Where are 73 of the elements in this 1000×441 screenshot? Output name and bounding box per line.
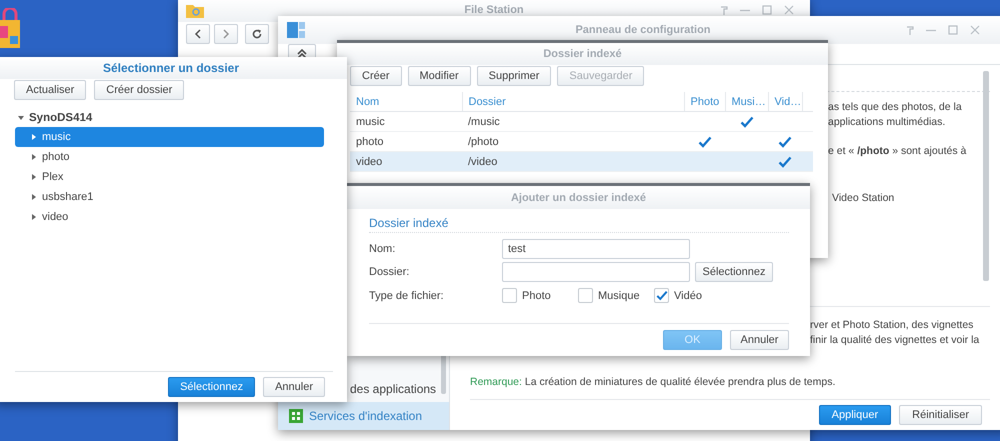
check-icon: [740, 116, 754, 128]
grid-icon: [289, 409, 303, 423]
tree-item[interactable]: photo: [15, 147, 324, 167]
caret-icon[interactable]: [31, 134, 37, 140]
note-text: Remarque: La création de miniatures de qualité élevée prendra plus de temps.: [470, 375, 836, 390]
table-row[interactable]: video /video: [350, 152, 813, 172]
folder-icon[interactable]: [186, 2, 204, 18]
help-icon[interactable]: [906, 25, 914, 35]
maximize-icon[interactable]: [762, 5, 772, 15]
body-text: rver et Photo Station, des vignettes: [810, 318, 974, 333]
back-button[interactable]: [186, 24, 210, 44]
refresh-button[interactable]: [245, 24, 269, 44]
checkbox-label: Vidéo: [674, 290, 702, 302]
table-row[interactable]: music /music: [350, 112, 813, 132]
window-icon[interactable]: [287, 22, 305, 38]
tree-item[interactable]: music: [15, 127, 324, 147]
scrollbar[interactable]: [441, 354, 446, 394]
checkbox-label: Musique: [598, 290, 640, 302]
back-icon: [193, 29, 203, 39]
window-title: Panneau de configuration: [575, 24, 711, 36]
checkbox[interactable]: [654, 288, 669, 303]
field-label: Type de fichier:: [369, 290, 445, 302]
checkbox[interactable]: [502, 288, 517, 303]
check-icon: [778, 136, 792, 148]
window-title: Ajouter un dossier indexé: [510, 192, 646, 204]
tree-item[interactable]: SynoDS414: [15, 108, 324, 127]
scrollbar[interactable]: [983, 71, 989, 281]
check-icon: [698, 136, 712, 148]
toolbar-button[interactable]: Actualiser: [14, 80, 86, 100]
body-text: applications multimédias.: [828, 115, 946, 130]
tree-item[interactable]: Plex: [15, 167, 324, 187]
forward-icon: [221, 29, 231, 39]
browse-button[interactable]: Sélectionnez: [695, 262, 773, 282]
caret-icon[interactable]: [31, 194, 37, 200]
checkbox[interactable]: [578, 288, 593, 303]
table-cell: /music: [462, 112, 684, 132]
reset-button[interactable]: Réinitialiser: [899, 405, 982, 425]
window-title: Dossier indexé: [543, 48, 622, 60]
tree-item[interactable]: usbshare1: [15, 187, 324, 207]
window-title: Sélectionner un dossier: [102, 61, 240, 75]
toolbar-button[interactable]: Créer dossier: [94, 80, 184, 100]
close-icon[interactable]: [970, 25, 980, 35]
shopping-bag-icon[interactable]: [0, 8, 22, 50]
close-icon[interactable]: [784, 5, 794, 15]
check-icon: [778, 156, 792, 168]
folder-field[interactable]: [502, 262, 690, 282]
section-heading: Dossier indexé: [369, 216, 789, 233]
tree-item[interactable]: video: [15, 207, 324, 227]
toolbar-button[interactable]: Créer: [350, 66, 402, 86]
toolbar-button[interactable]: Modifier: [408, 66, 471, 86]
body-text: Video Station: [832, 191, 896, 206]
maximize-icon[interactable]: [948, 25, 958, 35]
field-label: Dossier:: [369, 266, 410, 278]
cancel-button[interactable]: Annuler: [263, 377, 325, 397]
caret-icon[interactable]: [31, 154, 37, 160]
table-cell: /video: [462, 152, 684, 172]
refresh-icon: [252, 29, 262, 39]
caret-icon[interactable]: [31, 214, 37, 220]
checkbox-label: Photo: [522, 290, 551, 302]
cancel-button[interactable]: Annuler: [730, 330, 789, 350]
table-cell: video: [350, 152, 462, 172]
chevron-up-icon: [297, 49, 307, 59]
toolbar-button[interactable]: Supprimer: [476, 66, 552, 86]
name-field[interactable]: test: [502, 239, 690, 259]
body-text: as tels que des photos, de la: [828, 100, 963, 115]
help-icon[interactable]: [720, 5, 728, 15]
body-text: e et « /photo » sont ajoutés à: [828, 144, 968, 159]
window-title: File Station: [464, 4, 524, 16]
table-cell: music: [350, 112, 462, 132]
caret-icon[interactable]: [31, 174, 37, 180]
field-label: Nom:: [369, 243, 396, 255]
body-text: finir la qualité des vignettes et voir la: [810, 333, 980, 348]
caret-icon[interactable]: [18, 114, 24, 120]
